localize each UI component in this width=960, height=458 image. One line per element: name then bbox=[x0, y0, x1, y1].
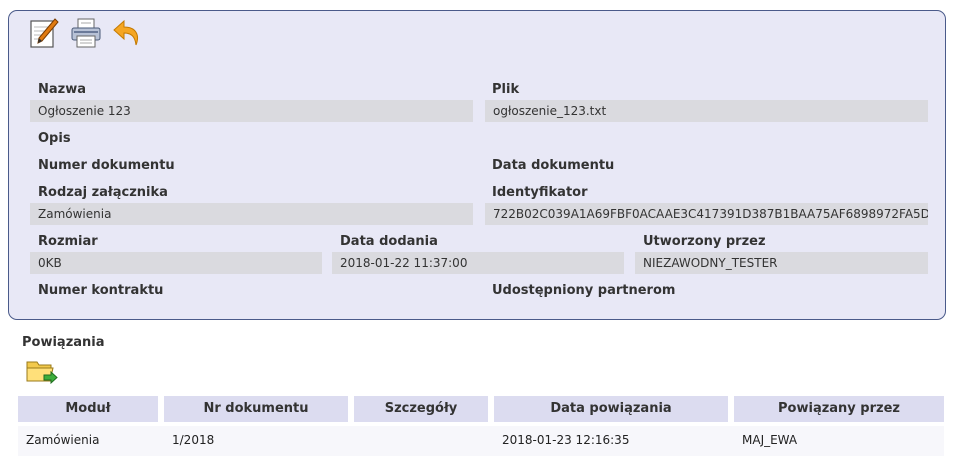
field-value-data-dodania: 2018-01-22 11:37:00 bbox=[332, 252, 624, 274]
field-label-numer-kontraktu: Numer kontraktu bbox=[38, 283, 164, 298]
column-header-data-powiazania[interactable]: Data powiązania bbox=[494, 396, 728, 422]
field-value-nazwa: Ogłoszenie 123 bbox=[30, 100, 473, 122]
field-label-udostepniony-partnerom: Udostępniony partnerom bbox=[492, 283, 676, 298]
field-label-identyfikator: Identyfikator bbox=[492, 185, 588, 200]
field-value-rodzaj-zalacznika: Zamówienia bbox=[30, 203, 473, 225]
table-cell-data-powiazania: 2018-01-23 12:16:35 bbox=[502, 433, 630, 447]
table-cell-nr-dokumentu: 1/2018 bbox=[172, 433, 215, 447]
field-label-data-dodania: Data dodania bbox=[340, 234, 438, 249]
print-button[interactable] bbox=[70, 17, 102, 49]
table-row[interactable] bbox=[18, 426, 944, 456]
field-label-rozmiar: Rozmiar bbox=[38, 234, 98, 249]
back-arrow-icon bbox=[113, 19, 138, 46]
toolbar bbox=[28, 17, 144, 49]
field-value-rozmiar: 0KB bbox=[30, 252, 322, 274]
edit-icon bbox=[30, 18, 59, 48]
print-icon bbox=[71, 18, 101, 48]
column-header-modul[interactable]: Moduł bbox=[18, 396, 158, 422]
field-label-data-dokumentu: Data dokumentu bbox=[492, 158, 615, 173]
field-label-opis: Opis bbox=[38, 131, 71, 146]
relations-section-title: Powiązania bbox=[22, 335, 105, 350]
field-label-utworzony-przez: Utworzony przez bbox=[643, 234, 766, 249]
field-label-numer-dokumentu: Numer dokumentu bbox=[38, 158, 175, 173]
column-header-nr-dokumentu[interactable]: Nr dokumentu bbox=[164, 396, 348, 422]
field-value-utworzony-przez: NIEZAWODNY_TESTER bbox=[635, 252, 928, 274]
edit-button[interactable] bbox=[28, 17, 60, 49]
field-label-rodzaj-zalacznika: Rodzaj załącznika bbox=[38, 185, 168, 200]
back-button[interactable] bbox=[112, 17, 144, 49]
field-label-nazwa: Nazwa bbox=[38, 82, 87, 97]
table-cell-modul: Zamówienia bbox=[26, 433, 100, 447]
add-relation-button[interactable] bbox=[26, 355, 58, 387]
field-value-plik: ogłoszenie_123.txt bbox=[485, 100, 928, 122]
column-header-szczegoly[interactable]: Szczegóły bbox=[354, 396, 488, 422]
field-value-identyfikator: 722B02C039A1A69FBF0ACAAE3C417391D387B1BA… bbox=[485, 203, 928, 225]
folder-link-icon bbox=[26, 361, 58, 385]
field-label-plik: Plik bbox=[492, 82, 520, 97]
column-header-powiazany-przez[interactable]: Powiązany przez bbox=[734, 396, 944, 422]
table-cell-powiazany-przez: MAJ_EWA bbox=[742, 433, 798, 447]
